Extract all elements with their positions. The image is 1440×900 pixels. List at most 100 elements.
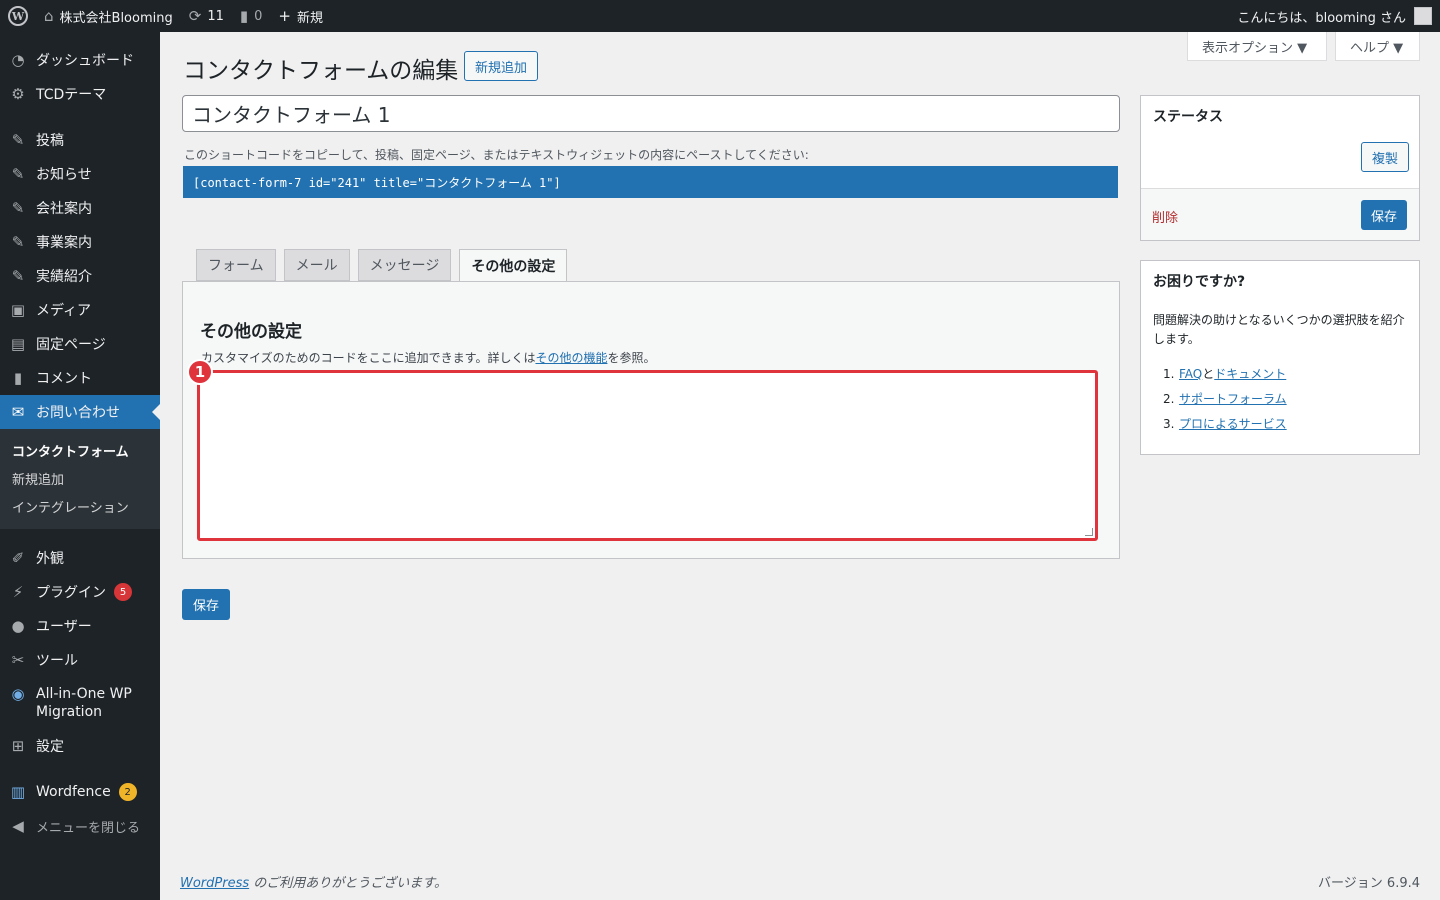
refresh-icon: ⟳ [188,7,202,25]
greeting: こんにちは、blooming さん [1237,10,1406,26]
help-box: お困りですか? 問題解決の助けとなるいくつかの選択肢を紹介します。 1. FAQと… [1140,260,1420,455]
sidebar-item-wordfence[interactable]: ▥ Wordfence 2 [0,775,160,809]
pin-icon: ✎ [11,267,25,285]
list-item: 1. FAQとドキュメント [1153,362,1287,387]
wordpress-link[interactable]: WordPress [180,876,249,891]
sidebar-item-label: コメント [36,371,92,387]
tab-mail[interactable]: メール [283,249,350,281]
new-content-link[interactable]: + 新規 [270,0,331,32]
sidebar-item-users[interactable]: ● ユーザー [0,609,160,643]
sidebar-item-label: All-in-One WP Migration [36,686,132,720]
list-number: 1. [1163,367,1175,381]
comments-link[interactable]: ▮ 0 [232,0,271,32]
sidebar-item-label: プラグイン [36,585,106,601]
additional-settings-textarea[interactable] [200,373,1095,538]
highlighted-textarea-frame [197,370,1098,541]
sidebar-item-plugins[interactable]: ⚡ プラグイン 5 [0,575,160,609]
plugin-icon: ⚡ [12,583,24,601]
sidebar-item-dashboard[interactable]: ◔ ダッシュボード [0,43,160,77]
migration-icon: ◉ [11,685,25,703]
status-box-title: ステータス [1153,109,1223,125]
sidebar-item-business[interactable]: ✎ 事業案内 [0,225,160,259]
delete-link[interactable]: 削除 [1152,207,1178,226]
add-new-button[interactable]: 新規追加 [464,51,539,81]
sidebar-item-company[interactable]: ✎ 会社案内 [0,191,160,225]
sidebar-item-settings[interactable]: ⊞ 設定 [0,729,160,763]
main-content: コンタクトフォームの編集 新規追加 このショートコードをコピーして、投稿、固定ペ… [160,32,1440,900]
footer-thanks: WordPress のご利用ありがとうございます。 [180,872,447,891]
tab-additional-settings[interactable]: その他の設定 [459,249,568,282]
sidebar-item-works[interactable]: ✎ 実績紹介 [0,259,160,293]
sidebar-item-posts[interactable]: ✎ 投稿 [0,123,160,157]
duplicate-button[interactable]: 複製 [1361,142,1410,172]
pin-icon: ✎ [11,131,25,149]
new-label: 新規 [297,10,324,26]
wp-logo-menu[interactable]: W [0,0,36,32]
sidebar-item-label: 会社案内 [36,201,92,217]
site-name-link[interactable]: ⌂ 株式会社Blooming [36,0,181,32]
save-button[interactable]: 保存 [182,589,231,620]
sidebar-item-label: ユーザー [36,619,92,635]
form-title-input[interactable] [182,95,1120,132]
sidebar-item-pages[interactable]: ▤ 固定ページ [0,327,160,361]
pro-services-link[interactable]: プロによるサービス [1179,417,1287,431]
media-icon: ▣ [10,301,26,319]
sidebar-item-appearance[interactable]: ✐ 外観 [0,541,160,575]
submenu-item-integration[interactable]: インテグレーション [0,492,160,520]
support-forum-link[interactable]: サポートフォーラム [1179,392,1287,406]
footer-version: バージョン 6.9.4 [1318,876,1420,891]
tab-messages[interactable]: メッセージ [357,249,452,281]
sidebar-item-label: お知らせ [36,167,92,183]
wordfence-icon: ▥ [10,783,26,801]
sidebar-item-label: 投稿 [36,133,64,149]
list-number: 3. [1163,417,1175,431]
sidebar-item-media[interactable]: ▣ メディア [0,293,160,327]
sidebar-item-label: 外観 [36,551,64,567]
sidebar-item-tools[interactable]: ✂ ツール [0,643,160,677]
list-item: 2. サポートフォーラム [1153,387,1287,412]
resize-handle-icon[interactable] [1085,528,1093,536]
submenu-item-contact-forms[interactable]: コンタクトフォーム [0,436,160,464]
shortcode-field[interactable]: [contact-form-7 id="241" title="コンタクトフォー… [183,166,1118,198]
updates-link[interactable]: ⟳ 11 [181,0,232,32]
user-icon: ● [11,617,25,635]
submenu-item-add-new[interactable]: 新規追加 [0,464,160,492]
faq-link[interactable]: FAQ [1179,367,1202,381]
status-save-button[interactable]: 保存 [1361,200,1408,230]
comment-bubble-icon: ▮ [239,7,249,25]
updates-count: 11 [207,8,224,24]
help-list: 1. FAQとドキュメント 2. サポートフォーラム 3. プロによるサービス [1153,362,1287,437]
docs-link[interactable]: ドキュメント [1214,367,1286,381]
tab-form[interactable]: フォーム [196,249,276,281]
sidebar-item-label: 固定ページ [36,337,106,353]
sidebar-item-news[interactable]: ✎ お知らせ [0,157,160,191]
sidebar-item-label: 事業案内 [36,235,92,251]
collapse-arrow-icon: ◀ [12,817,24,835]
wordpress-logo-icon: W [8,6,28,26]
dashboard-icon: ◔ [11,51,25,69]
sidebar-item-all-in-one-migration[interactable]: ◉ All-in-One WP Migration [0,677,160,729]
admin-bar: W ⌂ 株式会社Blooming ⟳ 11 ▮ 0 + 新規 こんにちは、blo… [0,0,1440,32]
additional-features-link[interactable]: その他の機能 [535,351,607,365]
my-account-link[interactable]: こんにちは、blooming さん [1229,0,1432,32]
wordfence-badge: 2 [118,783,137,801]
list-conjunction: と [1202,367,1215,381]
sidebar-item-contact[interactable]: ✉ お問い合わせ [0,395,160,429]
contact-submenu: コンタクトフォーム 新規追加 インテグレーション [0,429,160,529]
comment-icon: ▮ [13,369,23,387]
collapse-menu-button[interactable]: ◀ メニューを閉じる [0,809,160,843]
plugin-update-badge: 5 [114,583,132,601]
comments-count: 0 [254,8,263,24]
editor-tabs: フォーム メール メッセージ その他の設定 [196,249,568,282]
sidebar-item-label: TCDテーマ [36,87,107,103]
sidebar-item-tcd-theme[interactable]: ⚙ TCDテーマ [0,77,160,111]
collapse-label: メニューを閉じる [36,820,141,836]
sidebar-item-label: 設定 [36,739,64,755]
settings-icon: ⊞ [11,737,25,755]
brush-icon: ✐ [11,549,25,567]
sidebar-item-comments[interactable]: ▮ コメント [0,361,160,395]
home-icon: ⌂ [44,7,54,25]
page-title: コンタクトフォームの編集 [183,58,459,84]
panel-title: その他の設定 [200,322,302,342]
pin-icon: ✎ [11,199,25,217]
